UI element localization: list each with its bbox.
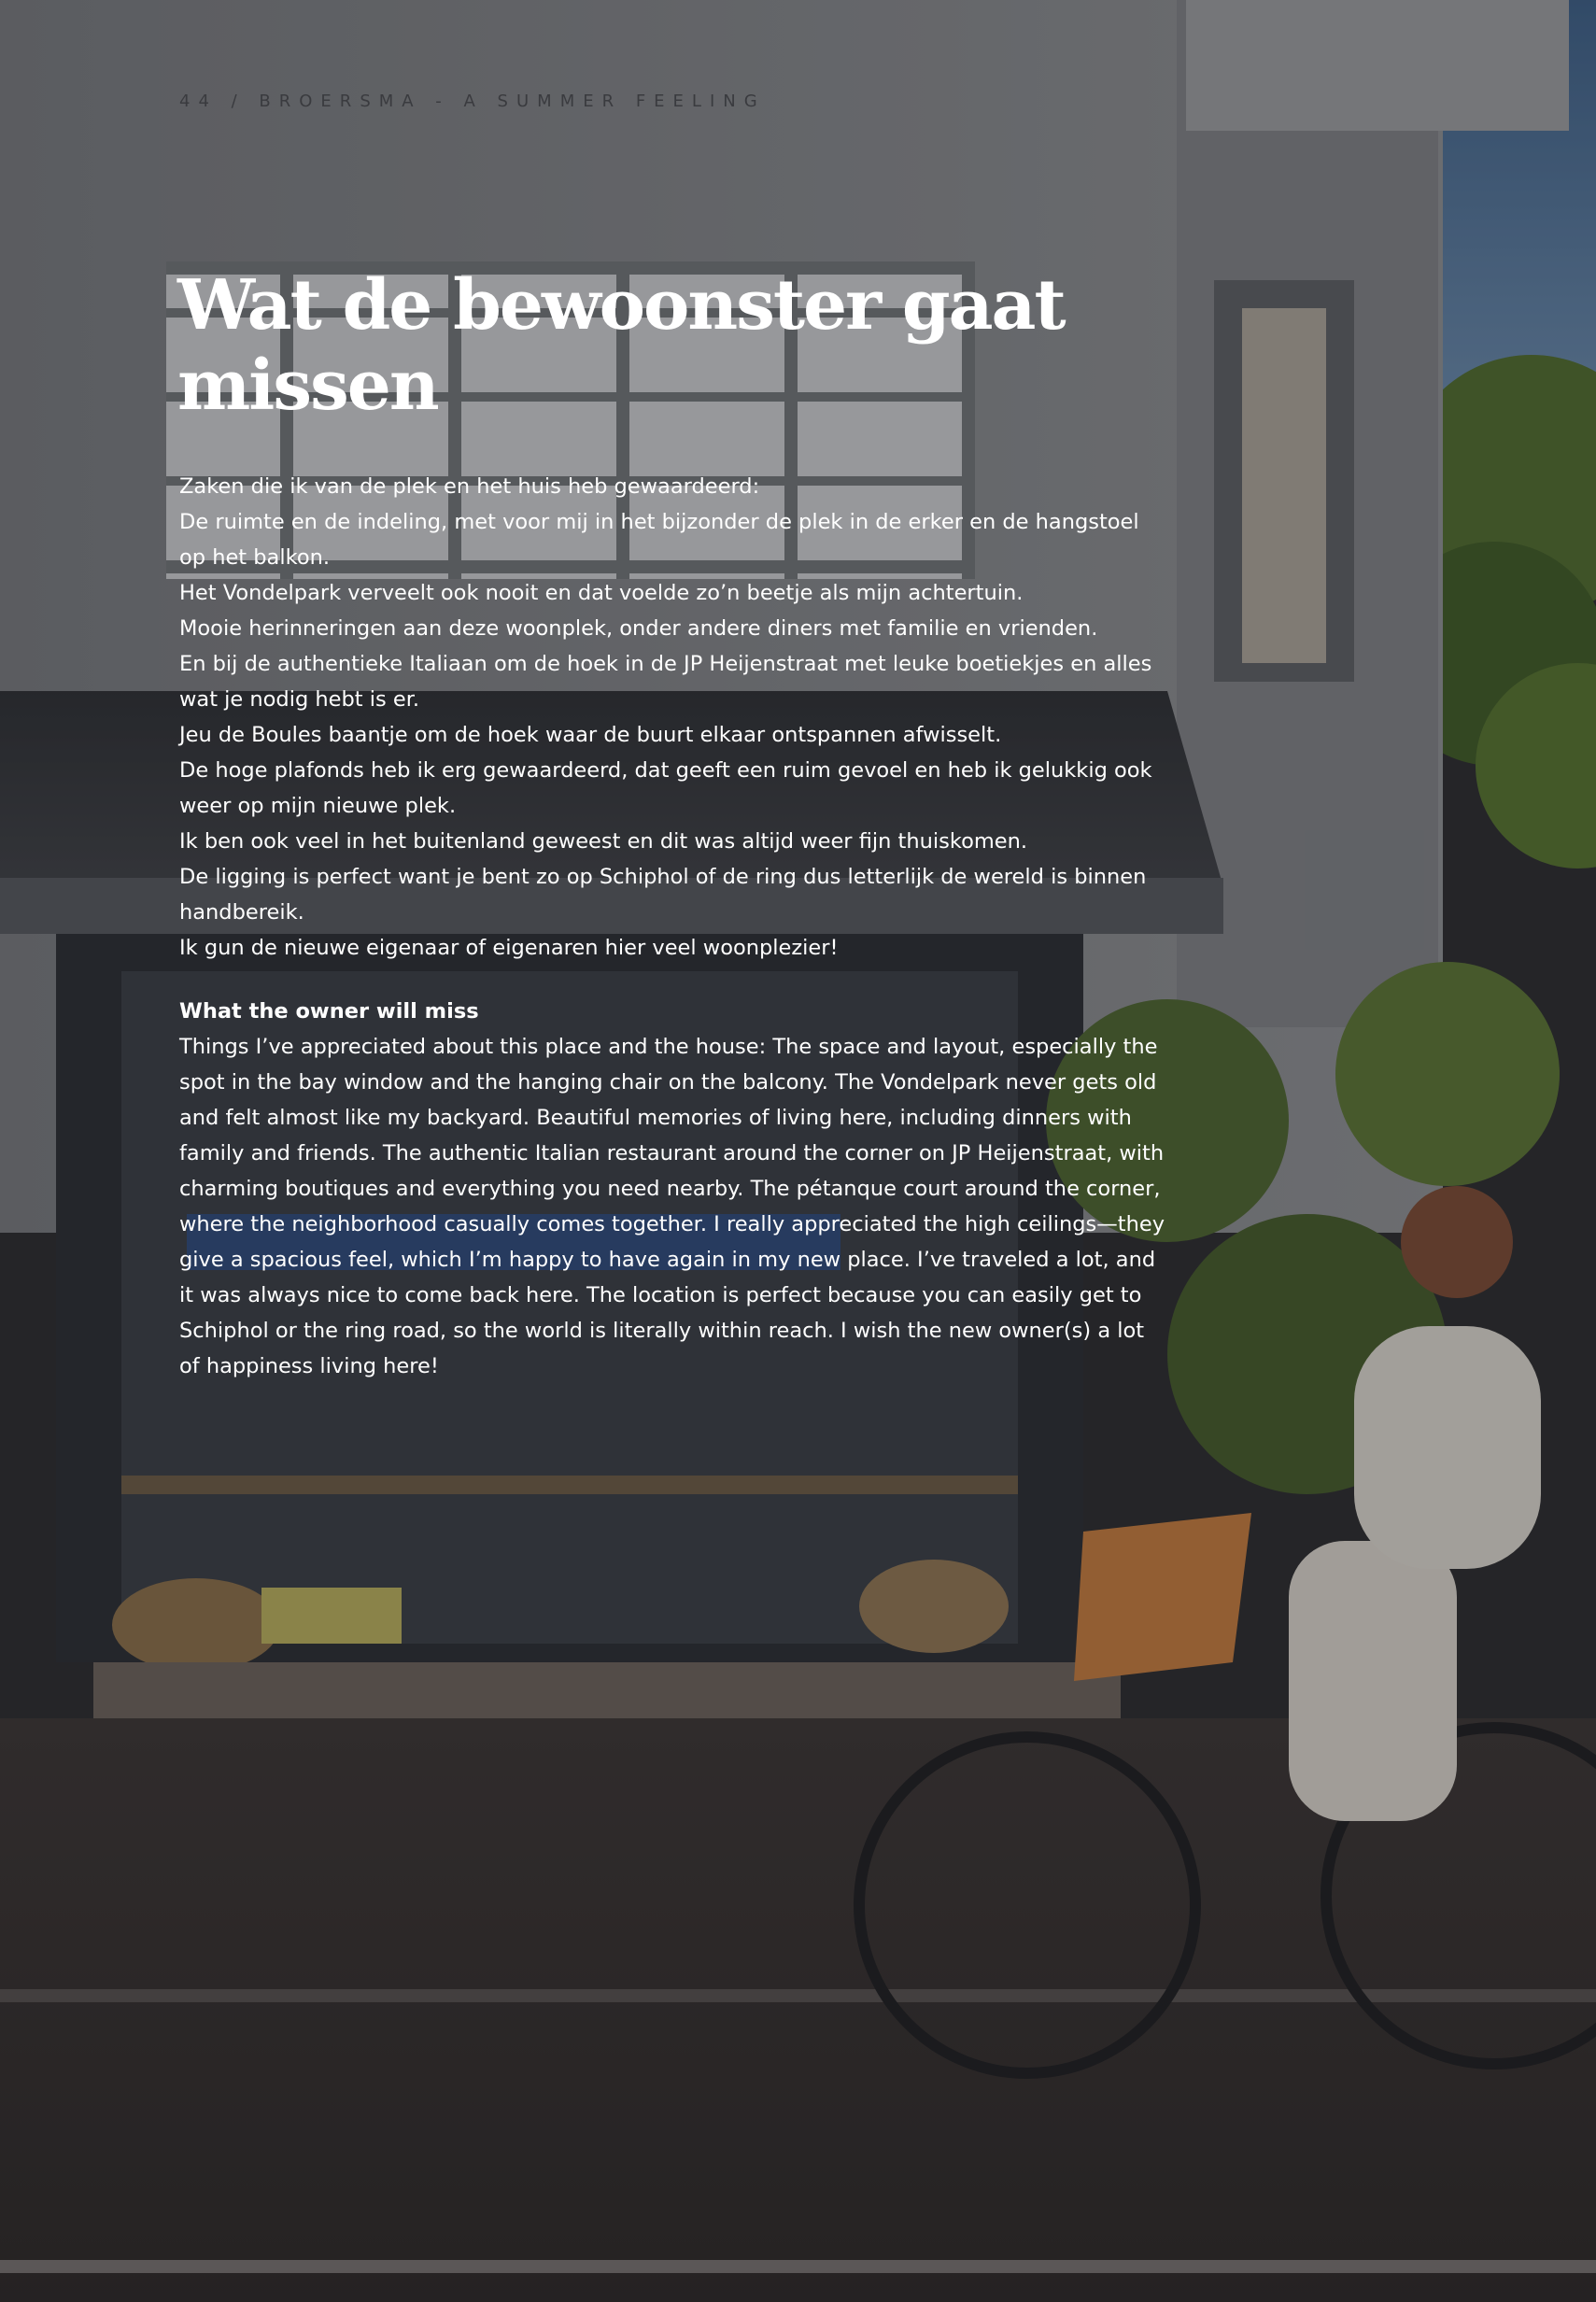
dutch-text-block: Zaken die ik van de plek en het huis heb… [179,469,1169,966]
running-header: 44 / BROERSMA - A SUMMER FEELING [179,92,766,111]
dutch-paragraph: En bij de authentieke Italiaan om de hoe… [179,652,1152,712]
page-title: Wat de bewoonster gaat missen [177,265,1066,426]
english-heading: What the owner will miss [179,999,479,1024]
dutch-paragraph: De ruimte en de indeling, met voor mij i… [179,510,1139,570]
dutch-paragraph: Jeu de Boules baantje om de hoek waar de… [179,723,1002,747]
dutch-paragraph: Mooie herinneringen aan deze woonplek, o… [179,616,1098,641]
dutch-paragraph: De ligging is perfect want je bent zo op… [179,865,1147,925]
dutch-paragraph: Zaken die ik van de plek en het huis heb… [179,474,760,499]
dutch-paragraph: Ik ben ook veel in het buitenland gewees… [179,829,1028,854]
dutch-paragraph: Het Vondelpark verveelt ook nooit en dat… [179,581,1024,605]
dutch-paragraph: De hoge plafonds heb ik erg gewaardeerd,… [179,758,1152,818]
english-paragraph: Things I’ve appreciated about this place… [179,1035,1165,1378]
brochure-page: 44 / BROERSMA - A SUMMER FEELING Wat de … [0,0,1596,2302]
dutch-paragraph: Ik gun de nieuwe eigenaar of eigenaren h… [179,936,839,960]
